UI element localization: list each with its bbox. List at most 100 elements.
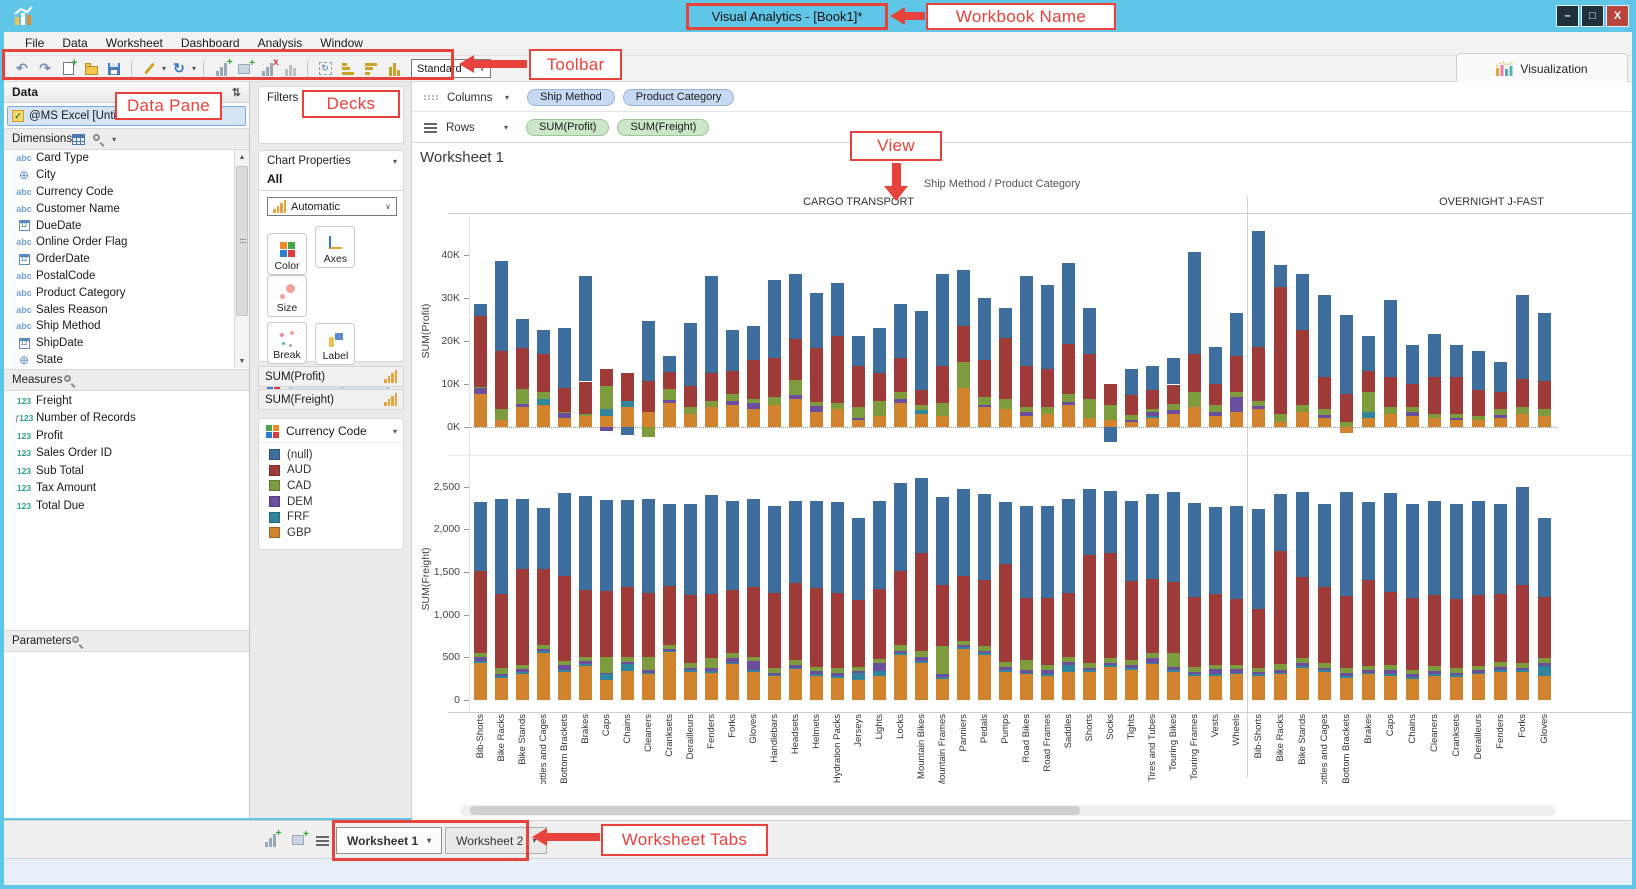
- field-postalcode[interactable]: abcPostalCode: [4, 268, 234, 285]
- field-label: City: [36, 169, 56, 181]
- legend-item-CAD[interactable]: CAD: [259, 478, 403, 494]
- field-city[interactable]: ⊕City: [4, 167, 234, 184]
- search-icon[interactable]: [92, 133, 105, 146]
- field-label: Total Due: [36, 500, 85, 512]
- measure-card-freight[interactable]: SUM(Freight): [258, 389, 404, 410]
- field-card-type[interactable]: abcCard Type: [4, 150, 234, 167]
- field-ship-method[interactable]: abcShip Method: [4, 318, 234, 335]
- field-currency-code[interactable]: abcCurrency Code: [4, 184, 234, 201]
- search-icon[interactable]: [71, 635, 84, 648]
- new-worksheet-icon[interactable]: +: [260, 830, 280, 850]
- legend-icon: [266, 425, 279, 438]
- worksheet-list-icon[interactable]: [316, 834, 329, 848]
- minimize-button[interactable]: –: [1556, 5, 1579, 27]
- break-icon: [279, 331, 295, 347]
- visualization-icon: [1496, 62, 1513, 76]
- text-field-icon: abc: [12, 288, 36, 298]
- title-bar: Visual Analytics - [Book1]* – □ X: [0, 0, 1636, 32]
- workbook-annotation-arrow: [890, 7, 905, 25]
- rows-caret[interactable]: ▾: [504, 123, 508, 132]
- chart-type-select[interactable]: Automatic ∨: [267, 197, 397, 216]
- maximize-button[interactable]: □: [1581, 5, 1604, 27]
- field-online-order-flag[interactable]: abcOnline Order Flag: [4, 234, 234, 251]
- legend-item-GBP[interactable]: GBP: [259, 525, 403, 541]
- scroll-down-icon[interactable]: ▼: [235, 354, 249, 368]
- scope-all-tab[interactable]: All: [259, 169, 403, 191]
- numeric-measure-icon: 123: [12, 431, 36, 441]
- date-field-icon: 12: [12, 338, 36, 349]
- worksheet-tabs-annotation-arrow-shaft: [547, 833, 600, 841]
- plot-left-edge: [469, 216, 470, 712]
- worksheet-tab-bar: + + Worksheet 1▾Worksheet 2▾: [4, 820, 1632, 858]
- collapse-expand-icon[interactable]: ⇅: [232, 86, 241, 99]
- field-label: ShipDate: [36, 337, 83, 349]
- field-orderdate[interactable]: 12OrderDate: [4, 251, 234, 268]
- legend-caret[interactable]: ▾: [393, 427, 397, 436]
- measure-card-profit[interactable]: SUM(Profit): [258, 366, 404, 387]
- toolbar-annotation-label: Toolbar: [529, 49, 622, 80]
- text-field-icon: abc: [12, 305, 36, 315]
- dimensions-list: abcCard Type⊕CityabcCurrency CodeabcCust…: [4, 150, 234, 368]
- color-button[interactable]: Color: [267, 233, 307, 275]
- rows-shelf: Rows ▾ SUM(Profit) SUM(Freight): [412, 113, 1632, 143]
- pill-sum-profit-[interactable]: SUM(Profit): [526, 119, 609, 136]
- legend-item-AUD[interactable]: AUD: [259, 463, 403, 479]
- columns-caret[interactable]: ▾: [505, 93, 509, 102]
- panel-header-cargo: CARGO TRANSPORT: [470, 196, 1247, 208]
- field-duedate[interactable]: 12DueDate: [4, 217, 234, 234]
- legend-item-DEM[interactable]: DEM: [259, 494, 403, 510]
- numeric-measure-icon: 123: [12, 483, 36, 493]
- field-freight[interactable]: 123Freight: [4, 392, 249, 410]
- text-field-icon: abc: [12, 187, 36, 197]
- field-customer-name[interactable]: abcCustomer Name: [4, 200, 234, 217]
- axes-button[interactable]: Axes: [315, 226, 355, 268]
- pill-sum-freight-[interactable]: SUM(Freight): [617, 119, 709, 136]
- break-button[interactable]: Break: [267, 322, 307, 364]
- field-label: Sales Reason: [36, 304, 108, 316]
- field-total-due[interactable]: 123Total Due: [4, 497, 249, 515]
- field-sales-reason[interactable]: abcSales Reason: [4, 301, 234, 318]
- rows-label: Rows: [446, 122, 504, 134]
- label-button[interactable]: Label: [315, 323, 355, 365]
- field-label: Freight: [36, 395, 72, 407]
- dimensions-title: Dimensions: [12, 133, 72, 145]
- size-button[interactable]: Size: [267, 275, 307, 317]
- field-shipdate[interactable]: 12ShipDate: [4, 335, 234, 352]
- field-sales-order-id[interactable]: 123Sales Order ID: [4, 445, 249, 463]
- pill-ship-method[interactable]: Ship Method: [527, 89, 615, 106]
- field-product-category[interactable]: abcProduct Category: [4, 284, 234, 301]
- field-number-of-records[interactable]: ƒ123Number of Records: [4, 410, 249, 428]
- legend-swatch: [269, 465, 280, 476]
- legend-swatch: [269, 527, 280, 538]
- legend-label: AUD: [287, 464, 311, 476]
- field-label: Online Order Flag: [36, 236, 127, 248]
- legend-item-FRF[interactable]: FRF: [259, 509, 403, 525]
- size-icon: [279, 284, 295, 300]
- field-profit[interactable]: 123Profit: [4, 427, 249, 445]
- visualization-tab[interactable]: Visualization: [1456, 53, 1628, 83]
- x-axis-line: [448, 712, 1632, 713]
- chart-hscrollbar-track[interactable]: [460, 805, 1556, 816]
- close-button[interactable]: X: [1606, 5, 1629, 27]
- geo-field-icon: ⊕: [12, 353, 36, 367]
- scrollbar-thumb[interactable]: [236, 166, 248, 316]
- pill-product-category[interactable]: Product Category: [623, 89, 735, 106]
- numeric-measure-icon: 123: [12, 501, 36, 511]
- new-dashboard-icon[interactable]: +: [288, 830, 308, 850]
- worksheet-tabs-annotation-arrow: [532, 828, 547, 846]
- chart-hscrollbar-thumb[interactable]: [470, 806, 1080, 815]
- chart-properties-caret[interactable]: ▾: [393, 157, 397, 166]
- legend-label: GBP: [287, 527, 311, 539]
- numeric-measure-icon: 123: [12, 466, 36, 476]
- dimensions-scrollbar[interactable]: ▲ ▼: [234, 150, 249, 368]
- dimensions-menu-caret[interactable]: ▾: [112, 135, 116, 144]
- table-view-icon[interactable]: [72, 134, 85, 145]
- search-icon[interactable]: [63, 374, 76, 387]
- field-state[interactable]: ⊕State: [4, 352, 234, 368]
- parameters-header: Parameters: [4, 630, 249, 652]
- legend-item-null[interactable]: (null): [259, 447, 403, 463]
- field-sub-total[interactable]: 123Sub Total: [4, 462, 249, 480]
- date-field-icon: 12: [12, 254, 36, 265]
- scroll-up-icon[interactable]: ▲: [235, 150, 249, 164]
- field-tax-amount[interactable]: 123Tax Amount: [4, 480, 249, 498]
